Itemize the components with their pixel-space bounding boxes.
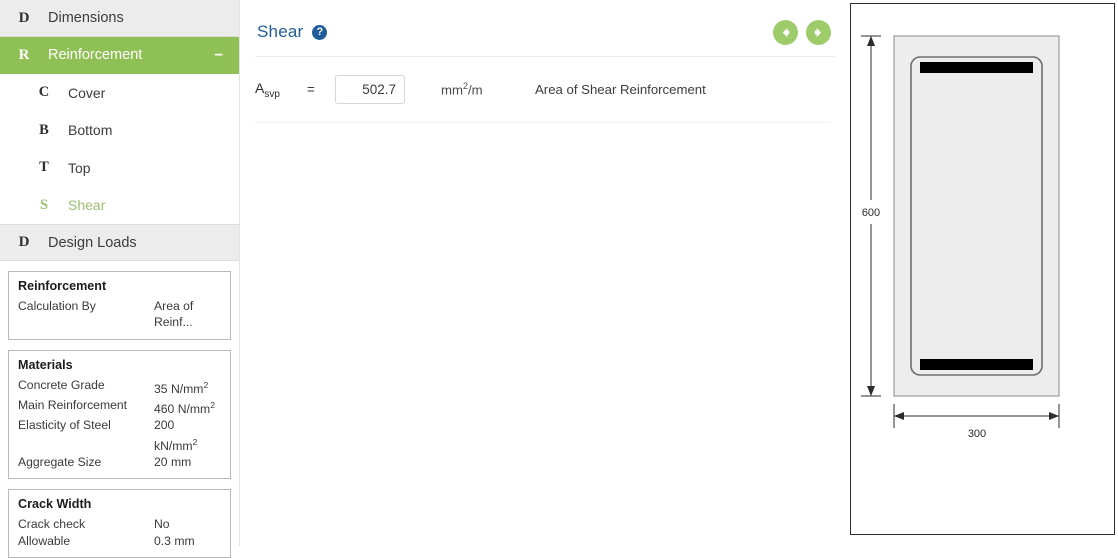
collapse-minus-icon[interactable]: −	[214, 48, 223, 63]
panel-row: Aggregate Size 20 mm	[18, 454, 221, 470]
help-icon[interactable]: ?	[312, 24, 328, 40]
sidebar-item-top[interactable]: T Top	[0, 149, 239, 187]
sidebar-group-label-design-loads: Design Loads	[48, 234, 137, 251]
panel-key: Main Reinforcement	[18, 397, 128, 412]
panel-title-materials: Materials	[18, 357, 73, 372]
field-description: Area of Shear Reinforcement	[535, 82, 706, 97]
summary-panel-materials: Materials Concrete Grade 35 N/mm2 Main R…	[8, 349, 231, 480]
shear-letter-icon: S	[39, 196, 49, 213]
sidebar-item-label-bottom: Bottom	[68, 122, 113, 139]
sidebar-item-label-shear: Shear	[68, 197, 106, 214]
dimensions-letter-icon: D	[18, 9, 30, 26]
panel-row: Allowable 0.3 mm	[18, 533, 221, 549]
main-content: Shear ? Asvp = mm2/m Area of Shear Reinf…	[241, 0, 849, 546]
panel-value: 200 kN/mm2	[154, 417, 221, 454]
sidebar-item-label-top: Top	[68, 159, 91, 176]
field-symbol-asvp: Asvp	[255, 80, 307, 100]
navigation-arrows	[773, 20, 831, 45]
panel-value-sup: 2	[210, 399, 215, 410]
shear-reinforcement-field-row: Asvp = mm2/m Area of Shear Reinforcement	[241, 57, 849, 104]
sidebar-group-dimensions[interactable]: D Dimensions	[0, 0, 239, 37]
shear-area-input[interactable]	[335, 75, 405, 104]
cover-letter-icon: C	[38, 84, 50, 101]
panel-value-text: 35 N/mm	[154, 381, 204, 396]
back-arrow-button[interactable]	[773, 20, 798, 45]
panel-row: Crack check No	[18, 516, 221, 532]
panel-row: Calculation By Area of Reinf...	[18, 298, 221, 331]
sidebar: D Dimensions R Reinforcement − C Cover B…	[0, 0, 240, 558]
cross-section-diagram-panel: 600 300	[850, 3, 1115, 535]
panel-key: Calculation By	[18, 299, 96, 313]
panel-value: No	[154, 516, 221, 532]
field-units-suffix: /m	[468, 82, 483, 98]
field-units-base: mm	[441, 82, 463, 98]
page-title: Shear	[257, 22, 304, 41]
panel-value: 35 N/mm2	[154, 377, 221, 397]
top-rebar-band	[920, 62, 1033, 73]
panel-value-sup: 2	[192, 436, 198, 447]
sidebar-item-cover[interactable]: C Cover	[0, 74, 239, 112]
panel-key: Allowable	[18, 533, 71, 548]
width-dimension	[893, 404, 1060, 428]
content-header: Shear ?	[241, 0, 849, 45]
panel-row: Main Reinforcement 460 N/mm2	[18, 397, 221, 417]
panel-value-sup: 2	[203, 379, 209, 390]
summary-panel-reinforcement: Reinforcement Calculation By Area of Rei…	[8, 271, 231, 340]
reinforcement-letter-icon: R	[18, 46, 30, 63]
summary-panel-crack-width: Crack Width Crack check No Allowable 0.3…	[8, 489, 231, 558]
design-loads-letter-icon: D	[18, 234, 30, 250]
field-symbol-subscript: svp	[264, 88, 280, 100]
field-symbol-base: A	[255, 79, 265, 96]
forward-arrow-button[interactable]	[806, 20, 831, 45]
panel-value-text: Area of Reinf...	[154, 299, 194, 330]
panel-value-text: 20 mm	[154, 454, 192, 469]
sidebar-group-design-loads[interactable]: D Design Loads	[0, 224, 239, 261]
panel-key: Crack check	[18, 517, 86, 532]
concrete-section-shape	[893, 35, 1060, 397]
sidebar-item-bottom[interactable]: B Bottom	[0, 111, 239, 149]
cross-section-svg: 600 300	[861, 35, 1060, 440]
panel-value: 20 mm	[154, 454, 221, 470]
panel-value: Area of Reinf...	[154, 298, 221, 331]
panel-value-text: 460 N/mm	[154, 402, 211, 417]
sidebar-group-reinforcement[interactable]: R Reinforcement −	[0, 37, 239, 74]
height-dimension-label: 600	[862, 207, 880, 219]
panel-key: Aggregate Size	[18, 454, 102, 469]
panel-value-text: 200 kN/mm	[154, 418, 193, 453]
top-letter-icon: T	[39, 159, 49, 176]
sidebar-group-label-reinforcement: Reinforcement	[48, 47, 143, 63]
panel-key: Concrete Grade	[18, 377, 105, 392]
equals-sign: =	[307, 82, 315, 97]
panel-row: Concrete Grade 35 N/mm2	[18, 377, 221, 397]
sidebar-item-shear[interactable]: S Shear	[0, 186, 239, 224]
panel-value: 0.3 mm	[154, 533, 221, 549]
bottom-rebar-band	[920, 359, 1033, 370]
panel-key: Elasticity of Steel	[18, 418, 111, 433]
sidebar-group-label-dimensions: Dimensions	[48, 10, 124, 26]
panel-row: Elasticity of Steel 200 kN/mm2	[18, 417, 221, 454]
field-units: mm2/m	[441, 81, 535, 97]
field-divider	[255, 122, 831, 123]
panel-value-text: No	[154, 517, 170, 532]
panel-title-crack-width: Crack Width	[18, 497, 92, 512]
bottom-letter-icon: B	[39, 121, 49, 138]
width-dimension-label: 300	[968, 428, 986, 440]
panel-value-text: 0.3 mm	[154, 533, 195, 548]
panel-title-reinforcement: Reinforcement	[18, 279, 107, 293]
panel-value: 460 N/mm2	[154, 397, 221, 417]
sidebar-item-label-cover: Cover	[68, 84, 106, 101]
